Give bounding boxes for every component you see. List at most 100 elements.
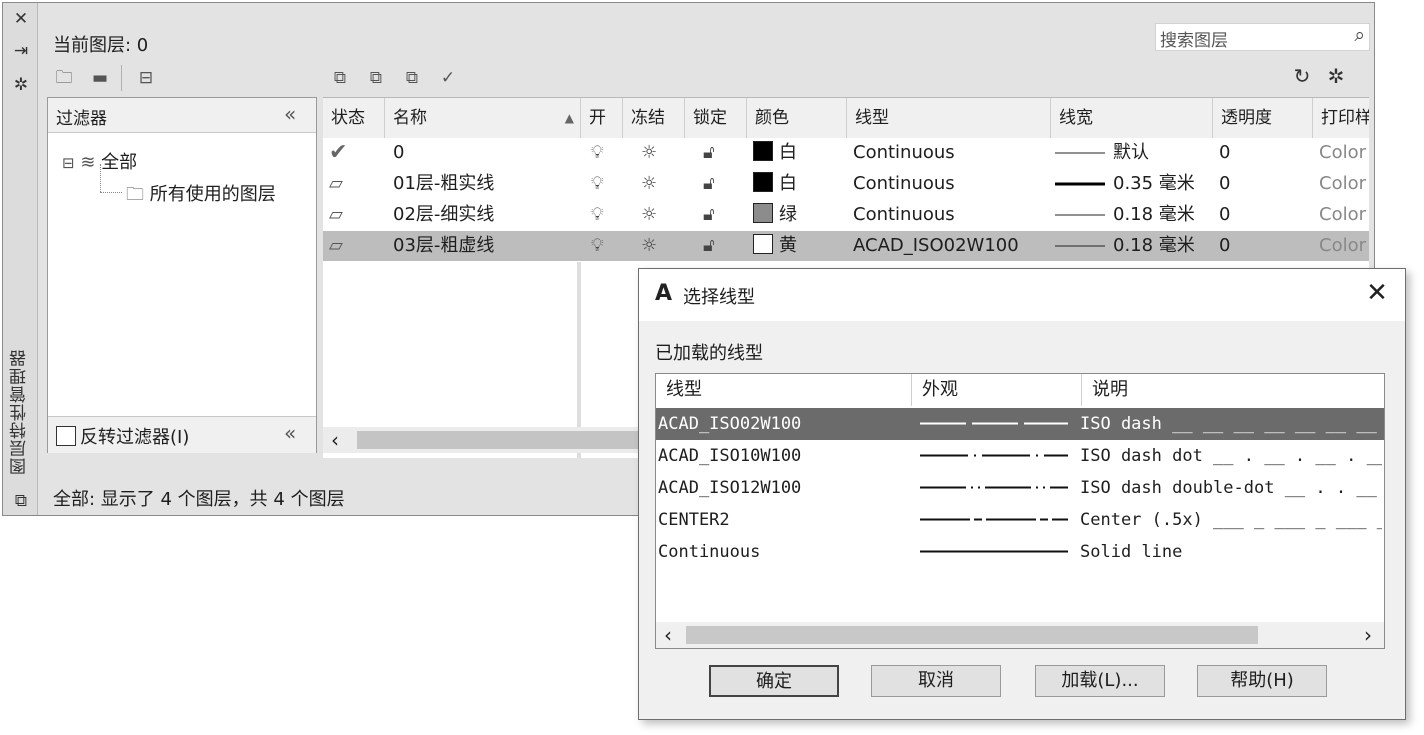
tree-line bbox=[100, 164, 102, 192]
layer-color[interactable]: 白 bbox=[753, 169, 797, 199]
layer-transparency[interactable]: 0 bbox=[1219, 231, 1230, 261]
linetype-description: ISO dash __ __ __ __ __ __ __ __ bbox=[1080, 414, 1382, 434]
column-header-description[interactable]: 说明 bbox=[1082, 374, 1384, 406]
column-header-lineweight[interactable]: 线宽 bbox=[1051, 98, 1213, 138]
scrollbar-thumb[interactable] bbox=[686, 626, 1258, 644]
tree-collapse-icon[interactable]: ⊟ bbox=[62, 154, 75, 172]
layer-states-icon[interactable]: ⊟ bbox=[133, 67, 159, 89]
layer-color[interactable]: 黄 bbox=[753, 231, 797, 261]
collapse-chevron-icon[interactable]: « bbox=[284, 421, 296, 445]
new-vp-frozen-layer-icon[interactable]: ⧉ bbox=[363, 67, 389, 89]
linetype-name: Continuous bbox=[658, 542, 761, 562]
linetype-row-selected[interactable]: ACAD_ISO02W100 ISO dash __ __ __ __ __ _… bbox=[656, 408, 1384, 440]
tree-node-all-used-layers[interactable]: 🗀 所有使用的图层 bbox=[126, 180, 276, 212]
lightbulb-on-icon[interactable]: 💡︎ bbox=[591, 169, 604, 199]
layer-lineweight[interactable]: 默认 bbox=[1055, 138, 1149, 168]
column-header-appearance[interactable]: 外观 bbox=[912, 374, 1082, 406]
refresh-icon[interactable]: ↻ bbox=[1289, 65, 1315, 87]
lineweight-sample bbox=[1055, 182, 1105, 186]
search-placeholder: 搜索图层 bbox=[1160, 31, 1228, 51]
layer-row[interactable]: ▱ 01层-粗实线 💡︎ ☼ 🔓︎ 白 Continuous 0.35 毫米 0… bbox=[323, 169, 1369, 199]
grid-horizontal-scrollbar[interactable]: ‹ bbox=[323, 427, 647, 453]
column-header-transparency[interactable]: 透明度 bbox=[1213, 98, 1313, 138]
sun-thawed-icon[interactable]: ☼ bbox=[641, 200, 657, 230]
layer-lineweight[interactable]: 0.18 毫米 bbox=[1055, 231, 1195, 261]
lightbulb-on-icon[interactable]: 💡︎ bbox=[591, 138, 604, 168]
checkbox-box[interactable] bbox=[56, 426, 76, 446]
column-header-lock[interactable]: 锁定 bbox=[685, 98, 747, 138]
help-button[interactable]: 帮助(H) bbox=[1197, 665, 1327, 697]
ok-button[interactable]: 确定 bbox=[709, 665, 839, 697]
column-header-name[interactable]: 名称 ▲ bbox=[385, 98, 581, 138]
column-header-linetype[interactable]: 线型 bbox=[656, 374, 912, 406]
linetype-list-horizontal-scrollbar[interactable]: ‹ › bbox=[656, 622, 1384, 648]
layer-linetype[interactable]: Continuous bbox=[853, 169, 955, 199]
gear-icon[interactable]: ✲ bbox=[1323, 65, 1349, 87]
settings-icon[interactable]: ✲ bbox=[11, 75, 31, 95]
layer-row[interactable]: ▱ 02层-细实线 💡︎ ☼ 🔓︎ 绿 Continuous 0.18 毫米 0… bbox=[323, 200, 1369, 230]
layer-name[interactable]: 02层-细实线 bbox=[393, 200, 494, 230]
layers-icon[interactable]: ⧉ bbox=[11, 491, 31, 511]
lightbulb-on-icon[interactable]: 💡︎ bbox=[591, 231, 604, 261]
layer-transparency[interactable]: 0 bbox=[1219, 200, 1230, 230]
unlock-icon[interactable]: 🔓︎ bbox=[703, 169, 715, 199]
layer-color[interactable]: 绿 bbox=[753, 200, 797, 230]
scroll-right-icon[interactable]: › bbox=[1364, 622, 1372, 648]
lightbulb-on-icon[interactable]: 💡︎ bbox=[591, 200, 604, 230]
layer-lineweight[interactable]: 0.18 毫米 bbox=[1055, 200, 1195, 230]
column-header-linetype[interactable]: 线型 bbox=[847, 98, 1051, 138]
linetype-row[interactable]: Continuous Solid line bbox=[656, 536, 1384, 568]
load-button[interactable]: 加载(L)... bbox=[1035, 665, 1165, 697]
close-icon[interactable]: ✕ bbox=[1361, 277, 1393, 309]
layer-transparency[interactable]: 0 bbox=[1219, 169, 1230, 199]
cancel-button[interactable]: 取消 bbox=[871, 665, 1001, 697]
sun-thawed-icon[interactable]: ☼ bbox=[641, 138, 657, 168]
scroll-left-icon[interactable]: ‹ bbox=[664, 622, 672, 648]
new-property-filter-icon[interactable]: 🗀 bbox=[51, 67, 77, 89]
layer-name[interactable]: 03层-粗虚线 bbox=[393, 231, 494, 261]
invert-filter-checkbox[interactable]: 反转过滤器(I) bbox=[56, 423, 189, 449]
pin-icon[interactable]: ⇥ bbox=[11, 41, 31, 61]
color-swatch bbox=[753, 203, 773, 223]
set-current-icon[interactable]: ✓ bbox=[435, 67, 461, 89]
linetype-row[interactable]: ACAD_ISO10W100 ISO dash dot __ . __ . __… bbox=[656, 440, 1384, 472]
column-header-name-label: 名称 bbox=[393, 108, 427, 128]
column-header-color[interactable]: 颜色 bbox=[747, 98, 847, 138]
column-header-status[interactable]: 状态 bbox=[323, 98, 385, 138]
collapse-chevron-icon[interactable]: « bbox=[284, 102, 296, 126]
linetype-row[interactable]: CENTER2 Center (.5x) ___ _ ___ _ ___ _ _… bbox=[656, 504, 1384, 536]
layer-plot-style: Color bbox=[1319, 173, 1366, 194]
sun-thawed-icon[interactable]: ☼ bbox=[641, 231, 657, 261]
filter-pane-header: 过滤器 « bbox=[48, 98, 316, 133]
layer-row-selected[interactable]: ▱ 03层-粗虚线 💡︎ ☼ 🔓︎ 黄 ACAD_ISO02W100 0.18 … bbox=[323, 231, 1369, 261]
layer-name[interactable]: 01层-粗实线 bbox=[393, 169, 494, 199]
dialog-title-bar[interactable]: A 选择线型 ✕ bbox=[639, 269, 1405, 321]
linetype-preview bbox=[920, 454, 1068, 457]
sun-thawed-icon[interactable]: ☼ bbox=[641, 169, 657, 199]
column-header-plot-style[interactable]: 打印样 bbox=[1313, 98, 1369, 138]
layer-linetype[interactable]: ACAD_ISO02W100 bbox=[853, 231, 1019, 261]
unlock-icon[interactable]: 🔓︎ bbox=[703, 200, 715, 230]
new-layer-icon[interactable]: ⧉ bbox=[327, 67, 353, 89]
unlock-icon[interactable]: 🔓︎ bbox=[703, 231, 715, 261]
column-header-freeze[interactable]: 冻结 bbox=[623, 98, 685, 138]
unlock-icon[interactable]: 🔓︎ bbox=[703, 138, 715, 168]
layer-transparency[interactable]: 0 bbox=[1219, 138, 1230, 168]
search-layers-input[interactable]: 搜索图层 ⌕ bbox=[1155, 23, 1370, 51]
layer-linetype[interactable]: Continuous bbox=[853, 200, 955, 230]
close-icon[interactable]: ✕ bbox=[11, 9, 31, 29]
layer-lineweight[interactable]: 0.35 毫米 bbox=[1055, 169, 1195, 199]
layer-row[interactable]: ✔ 0 💡︎ ☼ 🔓︎ 白 Continuous 默认 0 Color bbox=[323, 138, 1369, 168]
layer-linetype[interactable]: Continuous bbox=[853, 138, 955, 168]
column-header-on[interactable]: 开 bbox=[581, 98, 623, 138]
linetype-row[interactable]: ACAD_ISO12W100 ISO dash double-dot __ . … bbox=[656, 472, 1384, 504]
scrollbar-thumb[interactable] bbox=[357, 431, 647, 449]
layer-color[interactable]: 白 bbox=[753, 138, 797, 168]
new-group-filter-icon[interactable]: ▬ bbox=[87, 67, 113, 89]
search-icon[interactable]: ⌕ bbox=[1354, 24, 1365, 46]
scroll-left-icon[interactable]: ‹ bbox=[331, 427, 339, 453]
linetype-description: Solid line bbox=[1080, 542, 1183, 562]
lineweight-sample bbox=[1055, 152, 1105, 154]
delete-layer-icon[interactable]: ⧉ bbox=[399, 67, 425, 89]
layer-name[interactable]: 0 bbox=[393, 138, 404, 168]
